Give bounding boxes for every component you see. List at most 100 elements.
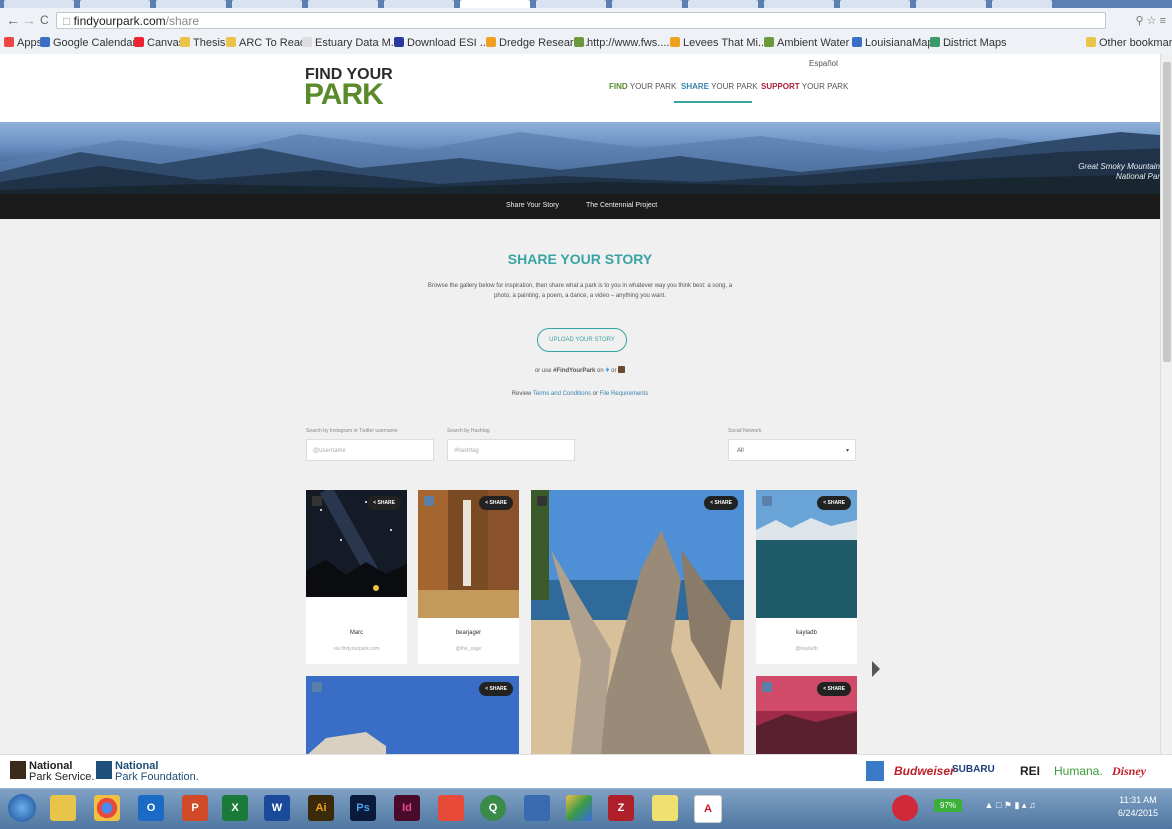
subnav-centennial-project[interactable]: The Centennial Project <box>586 202 657 209</box>
subnav-share-your-story[interactable]: Share Your Story <box>506 202 559 209</box>
outlook-icon[interactable]: O <box>138 795 164 821</box>
zotero-icon[interactable]: Z <box>608 795 634 821</box>
share-button[interactable]: < SHARE <box>817 496 851 510</box>
share-button[interactable]: < SHARE <box>479 496 513 510</box>
browser-tab[interactable] <box>232 0 302 8</box>
nav-find-your-park[interactable]: FIND YOUR PARK <box>609 82 676 91</box>
acrobat-icon[interactable]: A <box>694 795 722 823</box>
tray-icons[interactable]: ▲ □ ⚑ ▮ ▴ ♫ <box>985 800 1036 810</box>
bookmark-item[interactable]: Google Calendar <box>40 37 136 49</box>
social-network-select[interactable]: All ▾ <box>728 439 856 461</box>
zoom-icon[interactable]: ⚲ <box>1136 15 1144 27</box>
bookmark-item[interactable]: ARC To Read <box>226 37 306 49</box>
browser-tab[interactable] <box>156 0 226 8</box>
scrollbar-thumb[interactable] <box>1163 62 1171 362</box>
arcgis-icon[interactable] <box>524 795 550 821</box>
instagram-icon[interactable] <box>618 366 626 373</box>
next-arrow-icon[interactable] <box>872 661 880 677</box>
bookmark-item[interactable]: Levees That Mi... <box>670 37 767 49</box>
indesign-icon[interactable]: Id <box>394 795 420 821</box>
address-bar[interactable]: □ findyourpark.com/share <box>56 12 1106 29</box>
excel-icon[interactable]: X <box>222 795 248 821</box>
bookmark-item[interactable]: Canvas <box>134 37 184 49</box>
share-button[interactable]: < SHARE <box>367 496 401 510</box>
nav-share-your-park[interactable]: SHARE YOUR PARK <box>681 82 758 91</box>
driftwood-beach-photo <box>531 490 744 754</box>
clock[interactable]: 11:31 AM 6/24/2015 <box>1118 794 1158 820</box>
story-card-large[interactable]: < SHARE <box>531 490 744 754</box>
sponsor-rei[interactable]: REI <box>1020 764 1040 778</box>
sponsor-budweiser[interactable]: Budweiser <box>894 764 955 778</box>
search-username-input[interactable]: @username <box>306 439 434 461</box>
search-hashtag-input[interactable]: #hashtag <box>447 439 575 461</box>
nps-logo[interactable]: National Park Service. <box>10 761 94 783</box>
photoshop-icon[interactable]: Ps <box>350 795 376 821</box>
browser-tab[interactable] <box>840 0 910 8</box>
illustrator-icon[interactable]: Ai <box>308 795 334 821</box>
tray-app-icon[interactable] <box>892 795 918 821</box>
browser-tab[interactable] <box>80 0 150 8</box>
bookmark-label: District Maps <box>943 37 1007 49</box>
bookmark-item[interactable]: Estuary Data M... <box>302 37 400 49</box>
browser-tab[interactable] <box>916 0 986 8</box>
file-requirements-link[interactable]: File Requirements <box>600 391 649 397</box>
share-button[interactable]: < SHARE <box>479 682 513 696</box>
browser-tab[interactable] <box>764 0 834 8</box>
bookmark-item[interactable]: Ambient Water ... <box>764 37 862 49</box>
nav-support-your-park[interactable]: SUPPORT YOUR PARK <box>761 82 848 91</box>
browser-tab[interactable] <box>992 0 1052 8</box>
story-card[interactable]: < SHARE <box>306 676 519 754</box>
main-content: SHARE YOUR STORY Browse the gallery belo… <box>0 219 1160 754</box>
share-button[interactable]: < SHARE <box>817 682 851 696</box>
qgis-icon[interactable]: Q <box>480 795 506 821</box>
npf-logo[interactable]: National Park Foundation. <box>96 761 199 783</box>
sticky-notes-icon[interactable] <box>652 795 678 821</box>
sponsor-disney[interactable]: Disney <box>1112 764 1146 779</box>
browser-tab[interactable] <box>308 0 378 8</box>
bookmark-icon <box>394 37 404 47</box>
bookmark-item[interactable]: District Maps <box>930 37 1007 49</box>
menu-icon[interactable]: ≡ <box>1160 15 1166 27</box>
story-card[interactable]: < SHARE bearjager @the_sage <box>418 490 519 664</box>
browser-tab-strip <box>0 0 1172 8</box>
chrome-icon[interactable] <box>94 795 120 821</box>
sponsor-humana[interactable]: Humana. <box>1054 764 1103 778</box>
word-icon[interactable]: W <box>264 795 290 821</box>
reload-icon[interactable]: C <box>40 13 49 27</box>
google-drive-icon[interactable] <box>566 795 592 821</box>
story-card[interactable]: < SHARE kayladb @kayladb <box>756 490 857 664</box>
nps-line2: Park Service. <box>29 771 95 783</box>
bookmark-item[interactable]: Dredge Researc... <box>486 37 588 49</box>
active-nav-underline <box>674 101 752 103</box>
sponsor-subaru[interactable]: SUBARU <box>952 764 995 775</box>
star-icon[interactable]: ☆ <box>1147 15 1157 27</box>
story-card[interactable]: < SHARE Marc via findyourpark.com <box>306 490 407 664</box>
powerpoint-icon[interactable]: P <box>182 795 208 821</box>
espanol-link[interactable]: Español <box>809 59 838 68</box>
browser-tab[interactable] <box>536 0 606 8</box>
browser-tab[interactable] <box>688 0 758 8</box>
hero-caption-park: Great Smoky Mountains <box>1078 162 1164 171</box>
share-button[interactable]: < SHARE <box>704 496 738 510</box>
bookmark-item[interactable]: Download ESI ... <box>394 37 489 49</box>
battery-indicator[interactable]: 97% <box>934 799 963 812</box>
browser-tab[interactable] <box>4 0 74 8</box>
american-express-icon[interactable] <box>866 761 884 781</box>
bookmark-item[interactable]: Thesis <box>180 37 225 49</box>
other-bookmarks[interactable]: Other bookmarks <box>1086 37 1172 49</box>
browser-tab-active[interactable] <box>460 0 530 8</box>
browser-tab[interactable] <box>384 0 454 8</box>
start-button[interactable] <box>8 794 36 822</box>
bookmark-item[interactable]: Apps <box>4 37 42 49</box>
logo-park[interactable]: PARK <box>304 78 384 112</box>
explorer-icon[interactable] <box>50 795 76 821</box>
upload-story-button[interactable]: UPLOAD YOUR STORY <box>537 328 627 352</box>
forward-arrow-icon[interactable]: → <box>22 12 36 28</box>
bookmark-item[interactable]: http://www.fws.... <box>574 37 670 49</box>
browser-tab[interactable] <box>612 0 682 8</box>
page-scrollbar[interactable] <box>1160 54 1172 754</box>
git-icon[interactable] <box>438 795 464 821</box>
back-arrow-icon[interactable]: ← <box>6 12 20 28</box>
terms-link[interactable]: Terms and Conditions <box>533 391 591 397</box>
story-card[interactable]: < SHARE <box>756 676 857 754</box>
